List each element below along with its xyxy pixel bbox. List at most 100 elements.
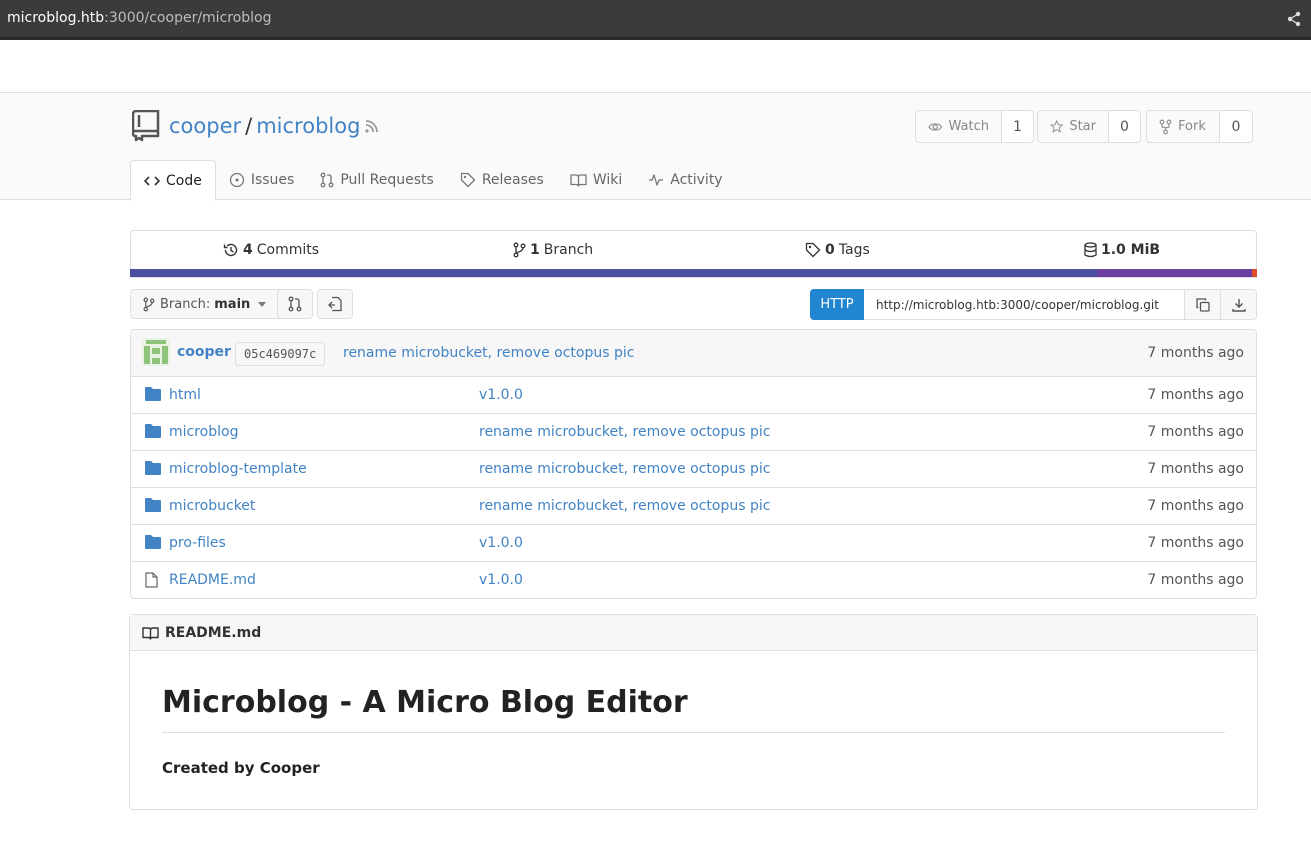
language-segment-2 [1097, 269, 1252, 277]
language-segment-1 [130, 269, 1097, 277]
file-commit-message-link[interactable]: v1.0.0 [479, 387, 523, 403]
file-name-link[interactable]: microbucket [169, 498, 255, 514]
file-age: 7 months ago [1147, 387, 1244, 403]
download-button[interactable] [1221, 289, 1257, 320]
rss-icon[interactable] [364, 118, 380, 134]
file-age: 7 months ago [1147, 572, 1244, 588]
browser-url-bar[interactable]: microblog.htb:3000/cooper/microblog [0, 0, 1311, 40]
file-name-link[interactable]: README.md [169, 572, 256, 588]
book-icon [570, 174, 587, 187]
tab-pull-requests-label: Pull Requests [340, 172, 434, 188]
folder-icon [145, 498, 161, 512]
branch-label: Branch: [160, 296, 211, 312]
star-button[interactable]: Star [1038, 111, 1109, 142]
repo-owner-link[interactable]: cooper [169, 114, 241, 138]
fork-count[interactable]: 0 [1220, 111, 1252, 142]
star-count[interactable]: 0 [1109, 111, 1140, 142]
file-row-readme: README.md v1.0.0 7 months ago [131, 562, 1256, 598]
avatar[interactable] [142, 338, 170, 366]
file-name-link[interactable]: microblog [169, 424, 238, 440]
file-row-html: html v1.0.0 7 months ago [131, 377, 1256, 414]
watch-button[interactable]: Watch [916, 111, 1002, 142]
file-age: 7 months ago [1147, 498, 1244, 514]
watch-count[interactable]: 1 [1002, 111, 1033, 142]
tab-wiki[interactable]: Wiki [557, 160, 635, 200]
issue-icon [229, 172, 244, 188]
branch-icon [143, 297, 155, 311]
tab-issues-label: Issues [250, 172, 295, 188]
latest-commit-row: cooper 05c469097c rename microbucket, re… [131, 330, 1256, 377]
commits-label: Commits [256, 242, 320, 258]
branches-count: 1 [530, 242, 540, 258]
tags-stat[interactable]: 0 Tags [805, 242, 870, 258]
eye-icon [928, 122, 943, 131]
commits-stat[interactable]: 4 Commits [223, 242, 319, 258]
star-button-group[interactable]: Star 0 [1037, 110, 1141, 143]
download-icon [1231, 298, 1246, 312]
folder-icon [145, 461, 161, 475]
repo-tabs: Code Issues Pull Requests Releases Wiki … [130, 160, 736, 201]
clone-protocol-button[interactable]: HTTP [810, 289, 864, 320]
watch-button-group[interactable]: Watch 1 [915, 110, 1034, 143]
branch-selector[interactable]: Branch: main [130, 289, 285, 319]
tab-code[interactable]: Code [130, 160, 216, 201]
fork-button[interactable]: Fork [1147, 111, 1220, 142]
language-segment-3 [1252, 269, 1257, 277]
file-commit-message-link[interactable]: v1.0.0 [479, 535, 523, 551]
folder-icon [145, 535, 161, 549]
file-commit-message-link[interactable]: rename microbucket, remove octopus pic [479, 424, 770, 440]
tab-activity[interactable]: Activity [635, 160, 735, 200]
branches-stat[interactable]: 1 Branch [513, 242, 593, 258]
file-icon [145, 572, 158, 588]
fork-button-group[interactable]: Fork 0 [1146, 110, 1253, 143]
repo-title: cooper / microblog [169, 114, 360, 138]
file-name-link[interactable]: microblog-template [169, 461, 307, 477]
file-name-link[interactable]: pro-files [169, 535, 226, 551]
address-field[interactable]: microblog.htb:3000/cooper/microblog [7, 10, 272, 26]
file-commit-message-link[interactable]: rename microbucket, remove octopus pic [479, 461, 770, 477]
commit-message-link[interactable]: rename microbucket, remove octopus pic [343, 345, 634, 361]
readme-filename: README.md [165, 624, 262, 641]
tab-pull-requests[interactable]: Pull Requests [307, 160, 446, 200]
file-age: 7 months ago [1147, 461, 1244, 477]
tag-icon [460, 172, 475, 188]
clone-url-input[interactable]: http://microblog.htb:3000/cooper/microbl… [864, 289, 1185, 320]
tab-code-label: Code [166, 172, 202, 189]
tab-activity-label: Activity [670, 172, 723, 188]
repo-size: 1.0 MiB [1101, 242, 1161, 258]
repo-name-link[interactable]: microblog [256, 114, 360, 138]
clone-panel: HTTP http://microblog.htb:3000/cooper/mi… [810, 289, 1257, 320]
pull-request-icon [288, 296, 302, 312]
branches-label: Branch [543, 242, 594, 258]
folder-icon [145, 424, 161, 438]
commit-author-link[interactable]: cooper [177, 344, 231, 360]
code-icon [144, 175, 160, 186]
commit-age: 7 months ago [1147, 345, 1244, 361]
tab-issues[interactable]: Issues [216, 160, 308, 200]
readme-heading: Microblog - A Micro Blog Editor [162, 685, 1225, 733]
commit-sha-button[interactable]: 05c469097c [235, 342, 326, 366]
folder-icon [145, 387, 161, 401]
branch-name: main [214, 296, 251, 312]
file-age: 7 months ago [1147, 424, 1244, 440]
copy-url-button[interactable] [1185, 289, 1221, 320]
url-host: microblog.htb [7, 10, 105, 26]
file-commit-message-link[interactable]: v1.0.0 [479, 572, 523, 588]
history-icon [223, 243, 238, 257]
compare-button[interactable] [277, 289, 313, 319]
tab-releases[interactable]: Releases [447, 160, 557, 200]
fork-label: Fork [1178, 119, 1206, 134]
tags-label: Tags [838, 242, 870, 258]
tab-wiki-label: Wiki [592, 172, 623, 188]
file-row-microblog-template: microblog-template rename microbucket, r… [131, 451, 1256, 488]
file-name-link[interactable]: html [169, 387, 201, 403]
chevron-down-icon [258, 301, 267, 307]
readme-panel: README.md Microblog - A Micro Blog Edito… [129, 614, 1258, 810]
readme-header: README.md [130, 615, 1257, 651]
size-stat: 1.0 MiB [1084, 242, 1164, 258]
share-icon[interactable] [1287, 11, 1301, 27]
tags-count: 0 [825, 242, 835, 258]
history-button[interactable] [317, 289, 353, 319]
file-history-icon [328, 296, 342, 312]
file-commit-message-link[interactable]: rename microbucket, remove octopus pic [479, 498, 770, 514]
